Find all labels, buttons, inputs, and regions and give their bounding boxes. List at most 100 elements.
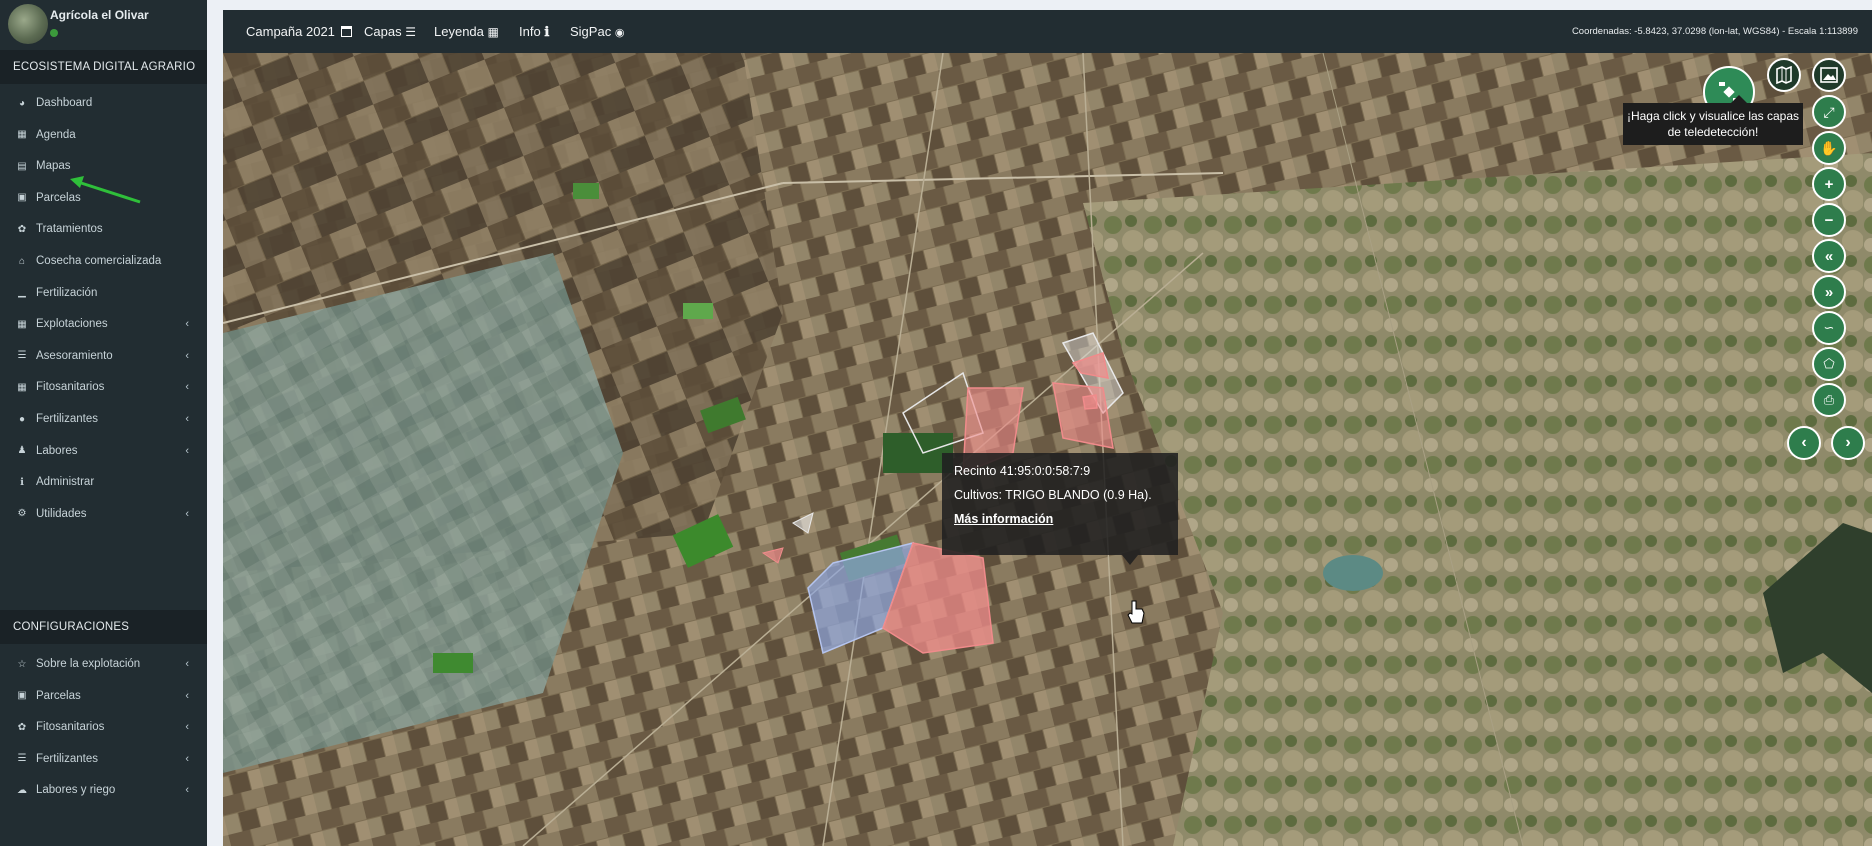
sidebar-item-dashboard[interactable]: ◕ Dashboard	[0, 85, 207, 121]
chevron-left-icon: ‹	[185, 721, 189, 734]
sidebar-item-agenda[interactable]: ▦ Agenda	[0, 117, 207, 153]
leaf-icon: ✿	[17, 721, 27, 733]
next-button[interactable]: ›	[1831, 426, 1865, 460]
sidebar-item-fertilizantes[interactable]: ● Fertilizantes ‹	[0, 401, 207, 437]
measure-area-button[interactable]: ⬠	[1812, 347, 1846, 381]
zoom-in-button[interactable]: +	[1812, 167, 1846, 201]
popup-recinto: Recinto 41:95:0:0:58:7:9	[954, 464, 1091, 478]
chevron-left-icon: ‹	[185, 444, 189, 457]
chevron-left-icon: ‹	[1801, 434, 1807, 451]
sidebar-item-parcelas[interactable]: ▣ Parcelas ‹	[0, 678, 207, 714]
sidebar-item-tratamientos[interactable]: ✿ Tratamientos	[0, 211, 207, 247]
campaign-menu[interactable]: Campaña 2021	[246, 10, 352, 53]
print-icon: ⎙	[1823, 392, 1835, 407]
sidebar-item-cosecha-comercializada[interactable]: ⌂ Cosecha comercializada	[0, 243, 207, 279]
table-icon: ▦	[17, 129, 27, 141]
chevron-left-icon: ‹	[185, 689, 189, 702]
sidebar-item-sobre-la-explotación[interactable]: ☆ Sobre la explotación ‹	[0, 646, 207, 682]
zoom-out-icon: −	[1824, 211, 1834, 229]
image-icon: ▣	[17, 690, 27, 702]
chevron-left-icon: ‹	[185, 381, 189, 394]
double-chevron-right-icon: »	[1824, 283, 1834, 301]
layers-label: Capas	[364, 24, 402, 39]
satellite-imagery	[223, 53, 1872, 846]
print-button[interactable]: ⎙	[1812, 383, 1846, 417]
user-icon: ♟	[17, 445, 27, 457]
hand-icon: ✋	[1820, 139, 1838, 156]
online-status-dot	[50, 29, 58, 37]
config-section-header: CONFIGURACIONES	[0, 610, 207, 644]
chevron-left-icon: ‹	[185, 349, 189, 362]
sidebar-item-label: Labores	[36, 444, 78, 457]
more-info-link[interactable]: Más información	[954, 512, 1166, 526]
info-menu[interactable]: Info ℹ	[519, 10, 549, 53]
cloud-icon: ☁	[17, 784, 27, 796]
chevron-left-icon: ‹	[185, 752, 189, 765]
map-icon	[1776, 66, 1792, 84]
sidebar-item-labores-y-riego[interactable]: ☁ Labores y riego ‹	[0, 772, 207, 808]
sidebar-item-asesoramiento[interactable]: ☰ Asesoramiento ‹	[0, 338, 207, 374]
coordinates-readout: Coordenadas: -5.8423, 37.0298 (lon-lat, …	[1571, 26, 1858, 37]
calendar-icon	[340, 26, 352, 37]
table-icon: ▦	[17, 318, 27, 330]
line-measure-icon: ∽	[1823, 320, 1835, 335]
zoom-out-button[interactable]: −	[1812, 203, 1846, 237]
sigpac-menu[interactable]: SigPac ◉	[570, 10, 624, 53]
polygon-measure-icon: ⬠	[1823, 356, 1835, 371]
sidebar-item-fertilizantes[interactable]: ☰ Fertilizantes ‹	[0, 741, 207, 777]
image-layer-button[interactable]	[1812, 58, 1846, 92]
measure-distance-button[interactable]: ∽	[1812, 311, 1846, 345]
hint-text: ¡Haga click y visualice las capas de tel…	[1626, 109, 1800, 139]
compress-icon: ⤢	[1823, 103, 1835, 120]
sidebar-item-utilidades[interactable]: ⚙ Utilidades ‹	[0, 496, 207, 532]
sidebar-item-label: Agenda	[36, 128, 76, 141]
map-view-button[interactable]	[1767, 58, 1801, 92]
binoculars-icon: ◉	[614, 27, 625, 39]
image-icon	[1820, 67, 1838, 83]
sidebar-item-fitosanitarios[interactable]: ✿ Fitosanitarios ‹	[0, 709, 207, 745]
sidebar-item-label: Tratamientos	[36, 223, 103, 236]
map-canvas[interactable]: Recinto 41:95:0:0:58:7:9 Cultivos: TRIGO…	[223, 53, 1872, 846]
pan-button[interactable]: ✋	[1812, 131, 1846, 165]
previous-button[interactable]: ‹	[1787, 426, 1821, 460]
list-icon: ☰	[17, 350, 27, 362]
collapse-extent-button[interactable]: ⤢	[1812, 95, 1846, 129]
sidebar-item-explotaciones[interactable]: ▦ Explotaciones ‹	[0, 306, 207, 342]
list-icon: ☰	[17, 753, 27, 765]
sidebar-item-label: Sobre la explotación	[36, 658, 141, 670]
sidebar-item-label: Cosecha comercializada	[36, 255, 162, 267]
map-toolbar: Campaña 2021 Capas ☰ Leyenda ▦ Info ℹ Si…	[223, 10, 1872, 53]
sidebar-item-label: Asesoramiento	[36, 349, 113, 362]
previous-extent-button[interactable]: «	[1812, 239, 1846, 273]
chevron-left-icon: ‹	[185, 507, 189, 520]
popup-arrow	[1122, 555, 1138, 565]
sidebar-item-label: Utilidades	[36, 507, 87, 520]
layers-icon: ☰	[405, 25, 416, 39]
legend-menu[interactable]: Leyenda ▦	[434, 10, 499, 53]
parcel-info-popup: Recinto 41:95:0:0:58:7:9 Cultivos: TRIGO…	[942, 453, 1178, 555]
sidebar-item-fertilización[interactable]: ▁ Fertilización	[0, 275, 207, 311]
sidebar-item-fitosanitarios[interactable]: ▦ Fitosanitarios ‹	[0, 369, 207, 405]
next-extent-button[interactable]: »	[1812, 275, 1846, 309]
circle-icon: ●	[18, 413, 26, 425]
cogs-icon: ⚙	[17, 508, 27, 520]
layers-menu[interactable]: Capas ☰	[364, 10, 416, 53]
sidebar-item-labores[interactable]: ♟ Labores ‹	[0, 433, 207, 469]
sidebar-item-label: Administrar	[36, 476, 95, 489]
book-icon: ▦	[487, 25, 499, 39]
campaign-label: Campaña 2021	[246, 24, 335, 39]
chevron-left-icon: ‹	[185, 784, 189, 797]
leaf-icon: ✿	[17, 223, 27, 235]
map-icon: ▤	[17, 160, 27, 172]
sidebar-item-label: Dashboard	[36, 97, 93, 109]
info-icon: ℹ	[20, 476, 24, 488]
sidebar-item-label: Labores y riego	[36, 784, 116, 797]
legend-label: Leyenda	[434, 24, 484, 39]
avatar[interactable]	[8, 4, 48, 44]
zoom-in-icon: +	[1824, 175, 1834, 193]
home-icon: ⌂	[18, 255, 26, 267]
info-icon: ℹ	[544, 24, 550, 39]
remote-sensing-hint: ¡Haga click y visualice las capas de tel…	[1623, 95, 1803, 145]
sidebar-item-administrar[interactable]: ℹ Administrar	[0, 464, 207, 500]
double-chevron-left-icon: «	[1824, 247, 1834, 265]
